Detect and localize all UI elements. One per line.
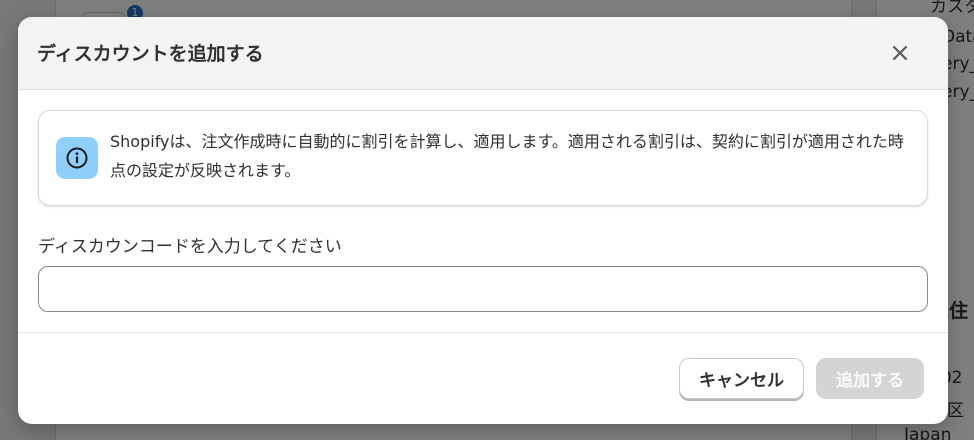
close-icon bbox=[892, 45, 908, 61]
cancel-button[interactable]: キャンセル bbox=[679, 358, 804, 399]
add-discount-button[interactable]: 追加する bbox=[816, 358, 924, 399]
modal-title: ディスカウントを追加する bbox=[37, 43, 264, 65]
modal-header: ディスカウントを追加する bbox=[18, 17, 948, 90]
footer-divider bbox=[18, 332, 948, 333]
close-button[interactable] bbox=[884, 37, 916, 69]
info-icon-container bbox=[56, 137, 98, 179]
add-discount-modal: ディスカウントを追加する Shopifyは、注文作成時に自動的に割引を計算し、適… bbox=[18, 17, 948, 424]
banner-message: Shopifyは、注文作成時に自動的に割引を計算し、適用します。適用される割引は… bbox=[110, 132, 904, 180]
info-banner: Shopifyは、注文作成時に自動的に割引を計算し、適用します。適用される割引は… bbox=[38, 110, 928, 206]
discount-code-input[interactable] bbox=[38, 266, 928, 312]
info-icon bbox=[66, 147, 88, 169]
discount-code-label: ディスカウンコードを入力してください bbox=[38, 237, 342, 257]
